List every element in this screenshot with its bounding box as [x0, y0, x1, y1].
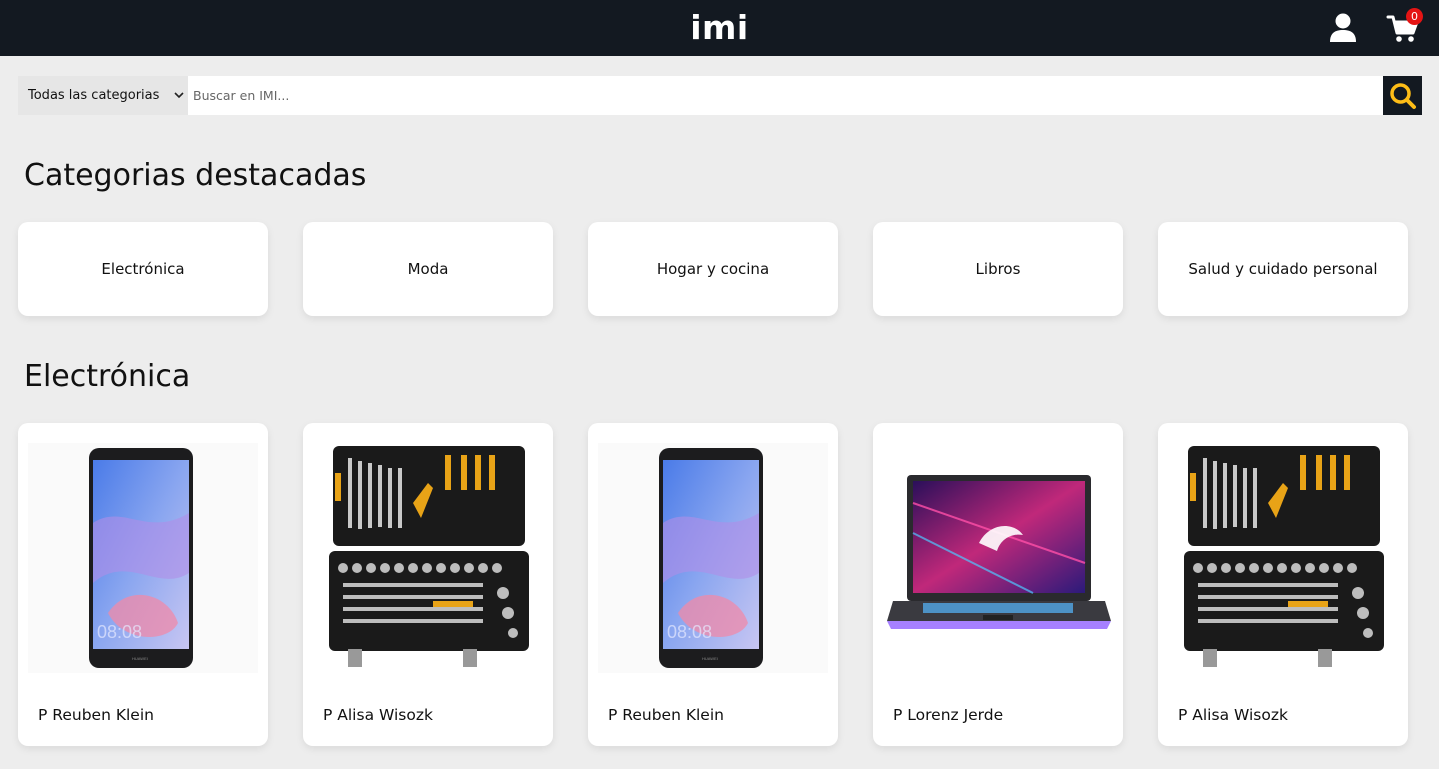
category-card-libros[interactable]: Libros — [873, 222, 1123, 316]
category-card-hogar[interactable]: Hogar y cocina — [588, 222, 838, 316]
gaming-laptop-image — [887, 475, 1111, 629]
magnifier-icon — [1389, 82, 1416, 109]
search-button[interactable] — [1383, 76, 1422, 115]
product-name: P Lorenz Jerde — [893, 706, 1004, 724]
product-name: P Reuben Klein — [38, 706, 154, 724]
product-card[interactable]: P Lorenz Jerde — [873, 423, 1123, 746]
product-name: P Reuben Klein — [608, 706, 724, 724]
product-card[interactable]: 08:08 HUAWEI P Reuben Klein — [18, 423, 268, 746]
site-logo[interactable]: imi — [0, 8, 1439, 48]
category-select-value: Todas las categorias — [28, 88, 160, 103]
category-label: Electrónica — [101, 260, 185, 278]
product-name: P Alisa Wisozk — [1178, 706, 1288, 724]
top-navbar: imi — [0, 0, 1439, 56]
category-label: Hogar y cocina — [656, 260, 770, 278]
category-card-moda[interactable]: Moda — [303, 222, 553, 316]
search-bar: Todas las categorias — [18, 76, 1422, 115]
smartphone-image: 08:08 HUAWEI — [28, 443, 258, 673]
category-label: Moda — [407, 260, 449, 278]
svg-text:HUAWEI: HUAWEI — [702, 656, 718, 661]
section-title: Electrónica — [24, 359, 191, 394]
search-input[interactable] — [188, 76, 1383, 115]
product-name: P Alisa Wisozk — [323, 706, 433, 724]
category-card-electronica[interactable]: Electrónica — [18, 222, 268, 316]
product-card[interactable]: P Alisa Wisozk — [1158, 423, 1408, 746]
product-card[interactable]: P Alisa Wisozk — [303, 423, 553, 746]
phone-clock: 08:08 — [97, 622, 142, 642]
category-label: Salud y cuidado personal — [1188, 260, 1378, 278]
toolkit-case-image — [329, 446, 529, 667]
svg-text:HUAWEI: HUAWEI — [132, 656, 148, 661]
user-icon[interactable] — [1329, 13, 1357, 43]
product-card[interactable]: 08:08 HUAWEI P Reuben Klein — [588, 423, 838, 746]
category-select[interactable]: Todas las categorias — [18, 76, 188, 115]
featured-categories-title: Categorias destacadas — [24, 158, 367, 193]
category-label: Libros — [975, 260, 1021, 278]
phone-clock: 08:08 — [667, 622, 712, 642]
toolkit-case-image — [1184, 446, 1384, 667]
smartphone-image: 08:08 HUAWEI — [598, 443, 828, 673]
category-card-salud[interactable]: Salud y cuidado personal — [1158, 222, 1408, 316]
chevron-down-icon — [174, 76, 184, 131]
cart-count-badge: 0 — [1406, 8, 1423, 25]
